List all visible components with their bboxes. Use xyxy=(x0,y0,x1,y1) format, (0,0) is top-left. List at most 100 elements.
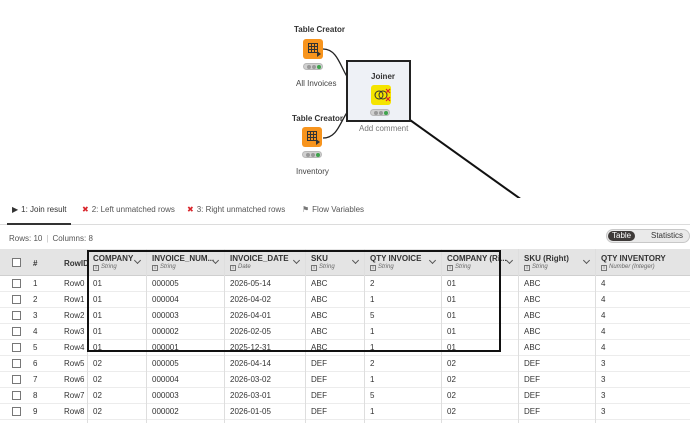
table-cell: 01 xyxy=(93,295,102,304)
table-row[interactable]: 7 Row6 02 000004 2026-03-02 DEF 1 02 DEF 3 xyxy=(0,372,690,388)
table-cell: 4 xyxy=(601,295,606,304)
statistics-view-option[interactable]: Statistics xyxy=(651,231,683,241)
column-header-6[interactable]: COMPANY (Ri... T String xyxy=(447,254,507,271)
column-type: T Number (Integer) xyxy=(601,264,655,271)
row-id: Row8 xyxy=(64,407,85,416)
row-checkbox[interactable] xyxy=(12,407,21,416)
row-index: 1 xyxy=(33,279,38,288)
row-checkbox[interactable] xyxy=(12,327,21,336)
table-row[interactable]: 2 Row1 01 000004 2026-04-02 ABC 1 01 ABC 4 xyxy=(0,292,690,308)
table-row[interactable]: 8 Row7 02 000003 2026-03-01 DEF 5 02 DEF 3 xyxy=(0,388,690,404)
table-row[interactable]: 6 Row5 02 000005 2026-04-14 DEF 2 02 DEF 3 xyxy=(0,356,690,372)
node-status-joiner xyxy=(370,109,390,116)
type-icon: T xyxy=(447,265,453,271)
select-all-checkbox[interactable] xyxy=(12,258,21,267)
node-title-joiner: Joiner xyxy=(371,72,396,81)
tab-join-result[interactable]: ▶ 1: Join result xyxy=(12,205,67,214)
flag-icon: ⚑ xyxy=(302,205,310,214)
column-separator[interactable] xyxy=(146,249,147,423)
column-header-2[interactable]: INVOICE_NUM... T String xyxy=(152,254,214,271)
row-id: Row5 xyxy=(64,359,85,368)
column-separator[interactable] xyxy=(518,249,519,423)
joiner-node[interactable] xyxy=(371,85,391,105)
column-menu-chevron-icon[interactable] xyxy=(505,256,514,265)
table-view-option[interactable]: Table xyxy=(608,231,636,241)
column-header-7[interactable]: SKU (Right) T String xyxy=(524,254,569,271)
node-label-all-invoices[interactable]: All Invoices xyxy=(296,79,336,88)
table-cell: ABC xyxy=(524,311,541,320)
column-separator[interactable] xyxy=(364,249,365,423)
workflow-canvas[interactable]: Table Creator All Invoices Table Creator… xyxy=(0,0,690,198)
row-id: Row3 xyxy=(64,327,85,336)
row-checkbox[interactable] xyxy=(12,391,21,400)
table-cell: 000003 xyxy=(152,391,179,400)
table-cell: 2026-05-14 xyxy=(230,279,271,288)
node-label-inventory[interactable]: Inventory xyxy=(296,167,329,176)
row-checkbox[interactable] xyxy=(12,343,21,352)
row-checkbox[interactable] xyxy=(12,311,21,320)
row-id: Row6 xyxy=(64,375,85,384)
table-cell: 2026-04-01 xyxy=(230,311,271,320)
table-row[interactable]: 4 Row3 01 000002 2026-02-05 ABC 1 01 ABC 4 xyxy=(0,324,690,340)
column-separator[interactable] xyxy=(441,249,442,423)
tab-left-unmatched[interactable]: ✖ 2: Left unmatched rows xyxy=(82,205,175,214)
table-header: # RowID COMPANY T String INVOICE_NUM... T Str… xyxy=(0,249,690,276)
row-checkbox[interactable] xyxy=(12,295,21,304)
row-checkbox[interactable] xyxy=(12,279,21,288)
column-name: COMPANY (Ri... xyxy=(447,254,507,263)
output-arrow-icon xyxy=(317,51,321,57)
column-separator[interactable] xyxy=(305,249,306,423)
column-menu-chevron-icon[interactable] xyxy=(292,256,301,265)
table-cell: 01 xyxy=(93,279,102,288)
active-tab-indicator xyxy=(7,223,71,225)
table-creator-node-1[interactable] xyxy=(303,39,323,59)
column-separator[interactable] xyxy=(87,249,88,423)
join-icon xyxy=(374,88,391,102)
column-header-8[interactable]: QTY INVENTORY T Number (Integer) xyxy=(601,254,666,271)
column-type: T String xyxy=(447,264,471,271)
column-name: INVOICE_DATE xyxy=(230,254,289,263)
add-comment-label[interactable]: Add comment xyxy=(359,124,408,133)
table-cell: 4 xyxy=(601,279,606,288)
row-id: Row4 xyxy=(64,343,85,352)
table-cell: 1 xyxy=(370,295,375,304)
table-cell: 02 xyxy=(93,375,102,384)
table-row[interactable]: 1 Row0 01 000005 2026-05-14 ABC 2 01 ABC 4 xyxy=(0,276,690,292)
row-checkbox[interactable] xyxy=(12,359,21,368)
column-menu-chevron-icon[interactable] xyxy=(582,256,591,265)
table-row[interactable]: 9 Row8 02 000002 2026-01-05 DEF 1 02 DEF 3 xyxy=(0,404,690,420)
rowid-header[interactable]: RowID xyxy=(64,259,89,268)
column-type: T String xyxy=(152,264,176,271)
table-cell: DEF xyxy=(524,359,540,368)
column-header-4[interactable]: SKU T String xyxy=(311,254,335,271)
column-menu-chevron-icon[interactable] xyxy=(428,256,437,265)
tab-flow-variables[interactable]: ⚑ Flow Variables xyxy=(302,205,364,214)
joiner-node-selection[interactable]: Joiner xyxy=(346,60,411,122)
table-creator-node-2[interactable] xyxy=(302,127,322,147)
column-header-1[interactable]: COMPANY T String xyxy=(93,254,133,271)
column-separator[interactable] xyxy=(595,249,596,423)
table-cell: 02 xyxy=(447,375,456,384)
table-cell: DEF xyxy=(311,375,327,384)
table-cell: 02 xyxy=(93,391,102,400)
row-checkbox[interactable] xyxy=(12,375,21,384)
column-header-3[interactable]: INVOICE_DATE T Date xyxy=(230,254,289,271)
tab-right-unmatched[interactable]: ✖ 3: Right unmatched rows xyxy=(187,205,285,214)
type-icon: T xyxy=(601,265,607,271)
table-cell: ABC xyxy=(311,343,328,352)
column-menu-chevron-icon[interactable] xyxy=(133,256,142,265)
node-status-1 xyxy=(303,63,323,70)
type-icon: T xyxy=(311,265,317,271)
table-cell: 01 xyxy=(447,295,456,304)
column-menu-chevron-icon[interactable] xyxy=(351,256,360,265)
row-index: 6 xyxy=(33,359,38,368)
column-name: QTY INVOICE xyxy=(370,254,422,263)
table-cell: 02 xyxy=(447,391,456,400)
view-toggle[interactable]: Table Statistics xyxy=(606,229,690,243)
table-row[interactable]: 3 Row2 01 000003 2026-04-01 ABC 5 01 ABC 4 xyxy=(0,308,690,324)
column-separator[interactable] xyxy=(224,249,225,423)
table-row[interactable]: 5 Row4 01 000001 2025-12-31 ABC 1 01 ABC 4 xyxy=(0,340,690,356)
column-name: QTY INVENTORY xyxy=(601,254,666,263)
column-header-5[interactable]: QTY INVOICE T String xyxy=(370,254,421,271)
table-cell: 2026-03-01 xyxy=(230,391,271,400)
